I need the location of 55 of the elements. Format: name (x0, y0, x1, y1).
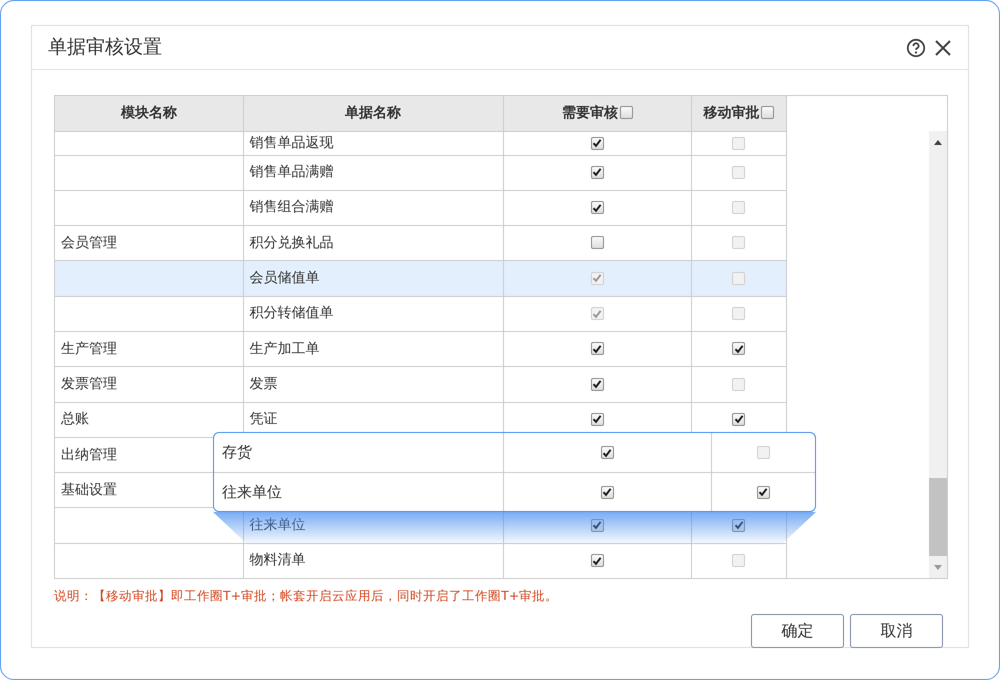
checkbox[interactable] (590, 166, 604, 179)
checkbox[interactable] (756, 486, 770, 499)
table-cell: 积分兑换礼品 (250, 234, 334, 251)
checkbox[interactable] (590, 412, 604, 426)
checkbox[interactable] (590, 554, 604, 568)
table-row[interactable]: 销售组合满赠 (55, 190, 786, 226)
note-text: 说明：【移动审批】即工作圈T+审批；帐套开启云应用后，同时开启了工作圈T+审批。 (54, 587, 560, 605)
help-icon[interactable] (906, 38, 926, 58)
table-cell: 凭证 (250, 411, 278, 428)
table-row[interactable]: 销售单品返现 (55, 131, 786, 155)
table-row[interactable]: 发票管理 发票 (55, 366, 786, 402)
checkbox[interactable] (590, 342, 604, 356)
table-cell: 基础设置 (61, 482, 117, 498)
confirm-button[interactable]: 确定 (751, 614, 844, 648)
table-row[interactable]: 销售单品满赠 (55, 155, 786, 190)
table-cell: 出纳管理 (61, 446, 117, 463)
checkbox[interactable] (590, 378, 604, 391)
table-cell: 会员储值单 (250, 270, 320, 286)
scrollbar[interactable] (929, 131, 947, 578)
cancel-button[interactable]: 取消 (850, 614, 943, 648)
table-cell: 会员管理 (61, 234, 117, 251)
checkbox[interactable] (590, 136, 604, 150)
table-cell: 生产加工单 (250, 340, 320, 357)
table-cell: 积分转储值单 (250, 305, 334, 322)
table-cell: 往来单位 (222, 482, 282, 500)
table-cell: 存货 (222, 443, 252, 461)
table-cell: 销售单品满赠 (250, 164, 334, 180)
column-header: 模块名称 (120, 104, 177, 121)
scroll-up-icon[interactable] (934, 140, 942, 144)
table-cell: 发票管理 (61, 376, 117, 392)
checkbox[interactable] (590, 518, 604, 532)
column-header: 移动审批 (703, 104, 760, 121)
table-cell: 销售组合满赠 (250, 199, 334, 216)
dialog-title: 单据审核设置 (48, 35, 162, 60)
table-cell: 物料清单 (250, 552, 306, 568)
table-cell: 生产管理 (61, 340, 117, 357)
table-row[interactable]: 物料清单 (55, 543, 786, 579)
table-cell: 发票 (250, 376, 278, 392)
scrollbar-thumb[interactable] (929, 478, 947, 556)
checkbox[interactable] (732, 518, 746, 532)
column-header: 单据名称 (345, 104, 402, 121)
checkbox[interactable] (590, 201, 604, 214)
checkbox[interactable] (590, 236, 604, 250)
table-cell: 销售单品返现 (250, 135, 334, 151)
table-cell: 往来单位 (250, 517, 306, 534)
checkbox[interactable] (732, 342, 746, 356)
checkbox[interactable] (732, 412, 746, 426)
table-row[interactable]: 生产管理 生产加工单 (55, 331, 786, 367)
checkbox[interactable] (761, 106, 774, 120)
table-cell: 总账 (61, 411, 89, 428)
close-icon[interactable] (934, 38, 952, 56)
checkbox[interactable] (600, 486, 614, 499)
checkbox[interactable] (600, 446, 614, 460)
checkbox[interactable] (620, 106, 633, 120)
column-header: 需要审核 (562, 104, 618, 121)
